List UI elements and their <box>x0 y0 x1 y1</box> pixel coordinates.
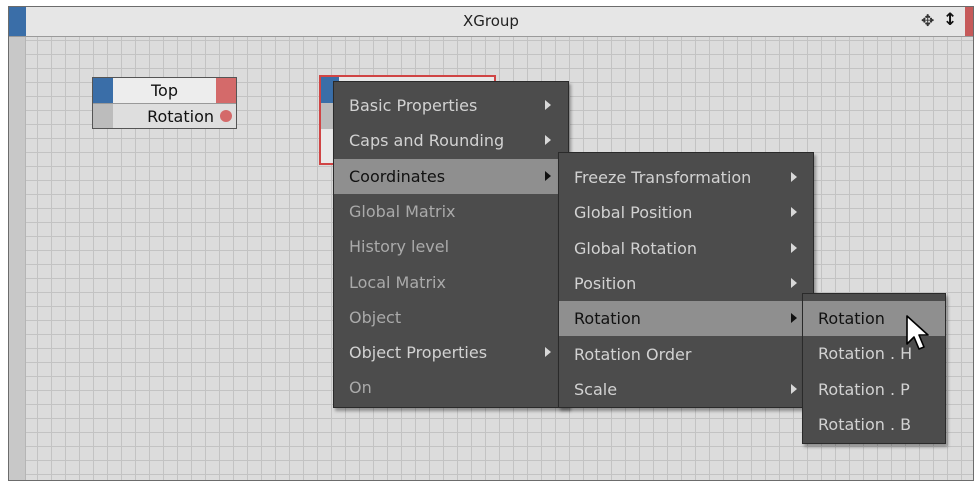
menu-item[interactable]: Rotation Order <box>559 337 813 372</box>
menu-item-label: Scale <box>574 379 618 399</box>
menu-item[interactable]: Scale <box>559 372 813 407</box>
menu-item[interactable]: Basic Properties <box>334 88 568 123</box>
menu-item[interactable]: Caps and Rounding <box>334 123 568 158</box>
menu-item-label: Rotation Order <box>574 344 692 364</box>
submenu-arrow-icon <box>791 277 797 288</box>
menu-item[interactable]: Global Position <box>559 195 813 230</box>
node-port-row: Rotation <box>93 103 236 128</box>
context-menu-main: Basic Properties Caps and Rounding Coordin… <box>333 81 569 408</box>
menu-item-label: Rotation . P <box>818 379 910 399</box>
submenu-arrow-icon <box>791 172 797 182</box>
menu-item-label: Object <box>349 307 402 327</box>
title-right-accent <box>965 7 973 36</box>
menu-item-label: Rotation . B <box>818 414 912 434</box>
menu-item-label: Rotation <box>818 309 885 328</box>
canvas-left-strip <box>9 37 26 480</box>
submenu-arrow-icon <box>545 170 551 181</box>
menu-item-label: On <box>349 378 372 398</box>
menu-item-label: Rotation . H <box>818 344 913 364</box>
mouse-pointer-icon <box>906 315 929 350</box>
menu-item[interactable]: Object Properties <box>334 335 568 370</box>
menu-item[interactable]: Object <box>334 300 568 335</box>
up-down-arrows-icon[interactable]: ↕ <box>943 10 957 30</box>
submenu-arrow-icon <box>545 135 551 146</box>
menu-item-label: Global Matrix <box>349 201 456 221</box>
node-port-strip <box>93 104 113 128</box>
submenu-arrow-icon <box>791 383 797 394</box>
move-icon[interactable]: ✥ <box>921 11 934 30</box>
menu-item-label: Global Position <box>574 203 693 223</box>
node-top[interactable]: Top Rotation <box>92 77 237 129</box>
submenu-arrow-icon <box>545 100 551 110</box>
menu-item-label: History level <box>349 237 450 257</box>
submenu-arrow-icon <box>791 207 797 218</box>
menu-item[interactable]: Global Rotation <box>559 231 813 266</box>
title-bar[interactable]: XGroup ✥ ↕ <box>9 7 973 37</box>
menu-item-label: Freeze Transformation <box>574 168 752 187</box>
submenu-arrow-icon <box>545 347 551 358</box>
node-title: Top <box>151 81 178 100</box>
submenu-coordinates: Freeze Transformation Global Position Glob… <box>558 152 814 408</box>
menu-item[interactable]: Position <box>559 266 813 301</box>
menu-item-label: Global Rotation <box>574 238 698 258</box>
node-input-handle[interactable] <box>93 78 113 103</box>
node-port-label: Rotation <box>147 107 214 126</box>
window-title: XGroup <box>463 12 519 30</box>
menu-item-label: Caps and Rounding <box>349 131 505 151</box>
menu-item[interactable]: On <box>334 370 568 405</box>
menu-item[interactable]: Rotation . B <box>803 407 945 442</box>
submenu-arrow-icon <box>791 242 797 253</box>
menu-item-label: Local Matrix <box>349 272 446 292</box>
menu-item[interactable]: Rotation . P <box>803 372 945 407</box>
menu-item[interactable]: Local Matrix <box>334 265 568 300</box>
menu-item[interactable]: Rotation <box>559 301 813 337</box>
node-output-handle[interactable] <box>216 78 236 103</box>
menu-item-label: Position <box>574 273 637 293</box>
output-port-icon[interactable] <box>220 110 232 122</box>
menu-item[interactable]: History level <box>334 229 568 264</box>
menu-item-label: Coordinates <box>349 166 446 186</box>
menu-item-label: Rotation <box>574 309 641 329</box>
menu-item-label: Basic Properties <box>349 96 478 115</box>
menu-item[interactable]: Global Matrix <box>334 194 568 229</box>
node-header[interactable]: Top <box>93 78 236 103</box>
menu-item[interactable]: Coordinates <box>334 158 568 194</box>
submenu-arrow-icon <box>791 313 797 324</box>
menu-item[interactable]: Freeze Transformation <box>559 160 813 195</box>
menu-item-label: Object Properties <box>349 343 488 363</box>
